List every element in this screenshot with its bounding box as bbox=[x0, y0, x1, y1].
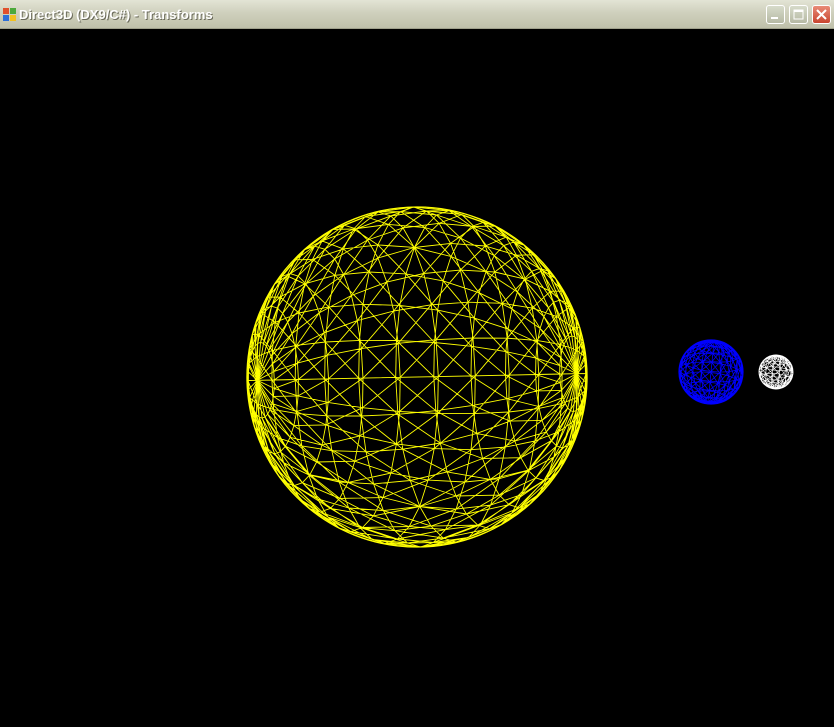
maximize-button[interactable] bbox=[789, 5, 808, 24]
title-bar[interactable]: Direct3D (DX9/C#) - Transforms bbox=[0, 0, 834, 29]
window-title: Direct3D (DX9/C#) - Transforms bbox=[19, 7, 213, 22]
maximize-icon bbox=[793, 9, 804, 20]
sun-wireframe-sphere bbox=[246, 206, 588, 548]
render-viewport[interactable] bbox=[0, 29, 834, 727]
close-icon bbox=[816, 9, 827, 20]
minimize-icon bbox=[771, 17, 778, 19]
app-window: Direct3D (DX9/C#) - Transforms bbox=[0, 0, 834, 727]
earth-wireframe-sphere bbox=[678, 339, 744, 405]
minimize-button[interactable] bbox=[766, 5, 785, 24]
moon-wireframe-sphere bbox=[758, 354, 794, 390]
windows-app-icon bbox=[3, 8, 16, 21]
scene-canvas bbox=[246, 206, 794, 548]
sun-sphere-mesh bbox=[247, 206, 587, 548]
close-button[interactable] bbox=[812, 5, 831, 24]
